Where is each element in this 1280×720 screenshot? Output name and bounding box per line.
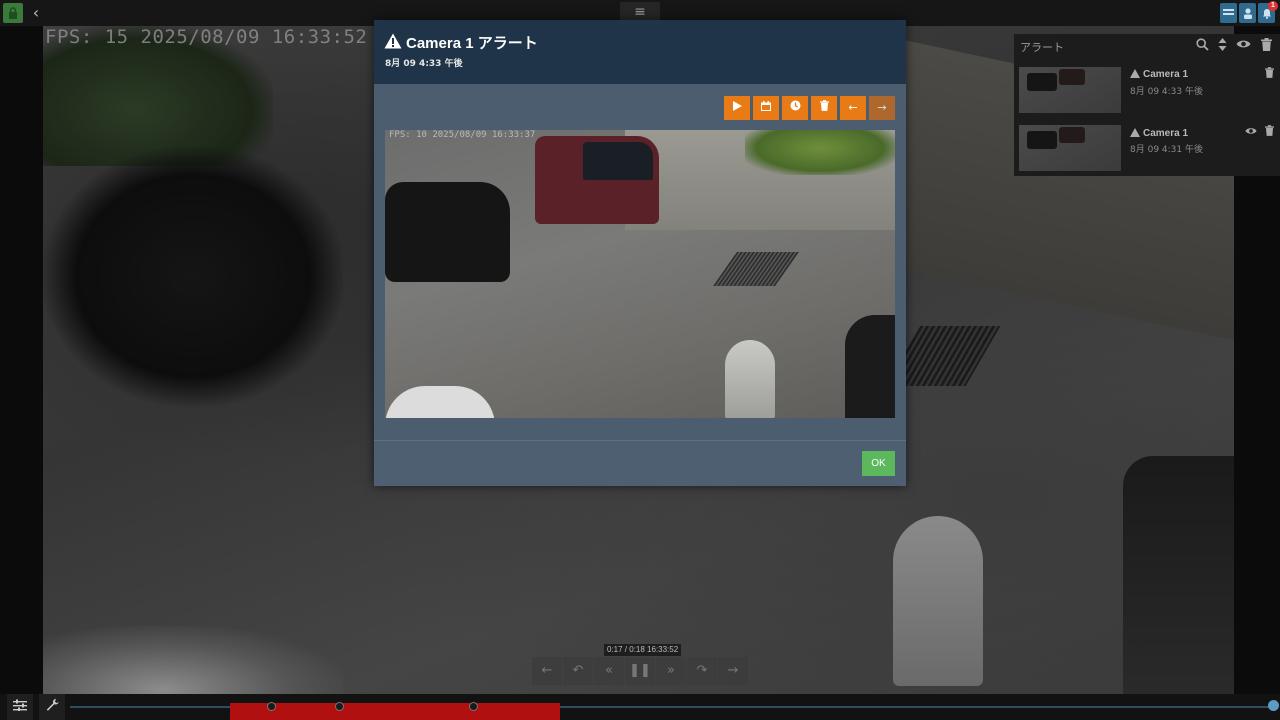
modal-body: ← → FPS: 10 2025/08/09 16:33:37 (374, 84, 906, 440)
notifications-button[interactable]: 1 (1258, 1, 1278, 23)
timeline-marker[interactable] (469, 702, 478, 711)
arrow-left-icon: ← (541, 663, 553, 678)
alert-panel: アラート Camera 1 8月 09 4:33 午後 Camera 1 8月 (1014, 34, 1280, 176)
arrow-left-icon: ← (848, 101, 858, 114)
alert-thumbnail[interactable] (1019, 67, 1121, 113)
pause-icon: ❚❚ (629, 663, 651, 678)
alert-panel-title: アラート (1020, 41, 1064, 54)
alert-camera-name: Camera 1 (1143, 128, 1189, 139)
lock-icon (9, 7, 17, 19)
trash-icon (819, 100, 829, 111)
alert-thumbnail[interactable] (1019, 125, 1121, 171)
snapshot-bush (745, 130, 895, 175)
feed-fps-overlay: FPS: 15 2025/08/09 16:33:52 (45, 26, 368, 48)
timeline-playhead[interactable] (1268, 700, 1279, 711)
calendar-icon (761, 101, 771, 111)
list-view-button[interactable] (1220, 3, 1237, 23)
previous-alert-button[interactable]: ← (840, 96, 866, 120)
timeline-marker[interactable] (335, 702, 344, 711)
search-icon[interactable] (1194, 38, 1210, 54)
step-forward-button[interactable]: → (718, 657, 748, 685)
lock-button[interactable] (3, 3, 23, 23)
modal-header: Camera 1 アラート 8月 09 4:33 午後 (374, 20, 906, 84)
list-icon (1223, 9, 1234, 15)
rewind-icon: « (605, 663, 613, 678)
tools-button[interactable] (39, 694, 65, 720)
arrow-right-icon: → (877, 101, 887, 114)
alert-time: 8月 09 4:33 午後 (1130, 87, 1203, 97)
rewind-button[interactable]: « (594, 657, 624, 685)
timeline-event-segment[interactable] (230, 703, 560, 720)
warning-icon (1130, 128, 1140, 137)
feed-post (893, 516, 983, 686)
undo-icon: ↶ (572, 663, 584, 678)
alert-snapshot[interactable]: FPS: 10 2025/08/09 16:33:37 (385, 130, 895, 418)
feed-white-car (43, 626, 343, 694)
alert-list-item[interactable]: Camera 1 8月 09 4:31 午後 (1014, 125, 1280, 177)
sort-icon[interactable] (1214, 38, 1230, 54)
eye-icon[interactable] (1244, 125, 1258, 139)
user-button[interactable] (1239, 3, 1256, 23)
sliders-icon (13, 699, 27, 711)
modal-divider (374, 440, 906, 441)
playback-controls: ← ↶ « ❚❚ » ↷ → (532, 657, 748, 685)
ok-button[interactable]: OK (862, 451, 895, 476)
feed-black-car (43, 146, 343, 406)
modal-title: Camera 1 アラート (406, 35, 538, 52)
snapshot-red-car-window (583, 142, 653, 180)
alert-modal: Camera 1 アラート 8月 09 4:33 午後 ← → FPS: 10 … (374, 20, 906, 486)
trash-icon[interactable] (1262, 125, 1276, 139)
clock-button[interactable] (782, 96, 808, 120)
arrow-right-icon: → (727, 663, 739, 678)
wrench-icon (46, 698, 59, 711)
next-alert-button[interactable]: → (869, 96, 895, 120)
warning-icon (384, 33, 402, 49)
pause-button[interactable]: ❚❚ (625, 657, 655, 685)
calendar-button[interactable] (753, 96, 779, 120)
app-root: ‹ ≡ 1 FPS: 15 2025/08/09 16:33:52 0:17 /… (0, 0, 1280, 720)
snapshot-fps-overlay: FPS: 10 2025/08/09 16:33:37 (389, 130, 536, 140)
snapshot-grate (713, 252, 799, 286)
notification-badge: 1 (1268, 1, 1278, 11)
snapshot-dark-car (845, 315, 895, 418)
modal-toolbar: ← → (724, 96, 895, 120)
snapshot-black-car (385, 182, 510, 282)
trash-icon[interactable] (1262, 67, 1276, 81)
alert-camera-name: Camera 1 (1143, 69, 1189, 80)
jump-forward-button[interactable]: ↷ (687, 657, 717, 685)
clock-icon (790, 100, 800, 111)
back-button[interactable]: ‹ (27, 3, 45, 23)
hamburger-icon: ≡ (634, 4, 646, 20)
menu-button[interactable]: ≡ (620, 2, 660, 22)
fast-forward-button[interactable]: » (656, 657, 686, 685)
jump-back-button[interactable]: ↶ (563, 657, 593, 685)
trash-icon[interactable] (1258, 38, 1274, 54)
chevron-left-icon: ‹ (32, 3, 40, 22)
modal-subtitle: 8月 09 4:33 午後 (385, 59, 463, 69)
snapshot-white-car (385, 386, 495, 418)
step-back-button[interactable]: ← (532, 657, 562, 685)
playback-time-label: 0:17 / 0:18 16:33:52 (604, 644, 682, 656)
play-button[interactable] (724, 96, 750, 120)
bottom-bar (0, 694, 1280, 720)
delete-button[interactable] (811, 96, 837, 120)
alert-time: 8月 09 4:31 午後 (1130, 145, 1203, 155)
settings-button[interactable] (7, 694, 33, 720)
warning-icon (1130, 69, 1140, 78)
user-icon (1243, 7, 1252, 19)
alert-list-item[interactable]: Camera 1 8月 09 4:33 午後 (1014, 67, 1280, 119)
snapshot-post (725, 340, 775, 418)
feed-dark-car (1123, 456, 1234, 694)
eye-icon[interactable] (1235, 38, 1251, 54)
timeline-marker[interactable] (267, 702, 276, 711)
fast-forward-icon: » (667, 663, 675, 678)
redo-icon: ↷ (696, 663, 708, 678)
play-icon (732, 101, 742, 111)
